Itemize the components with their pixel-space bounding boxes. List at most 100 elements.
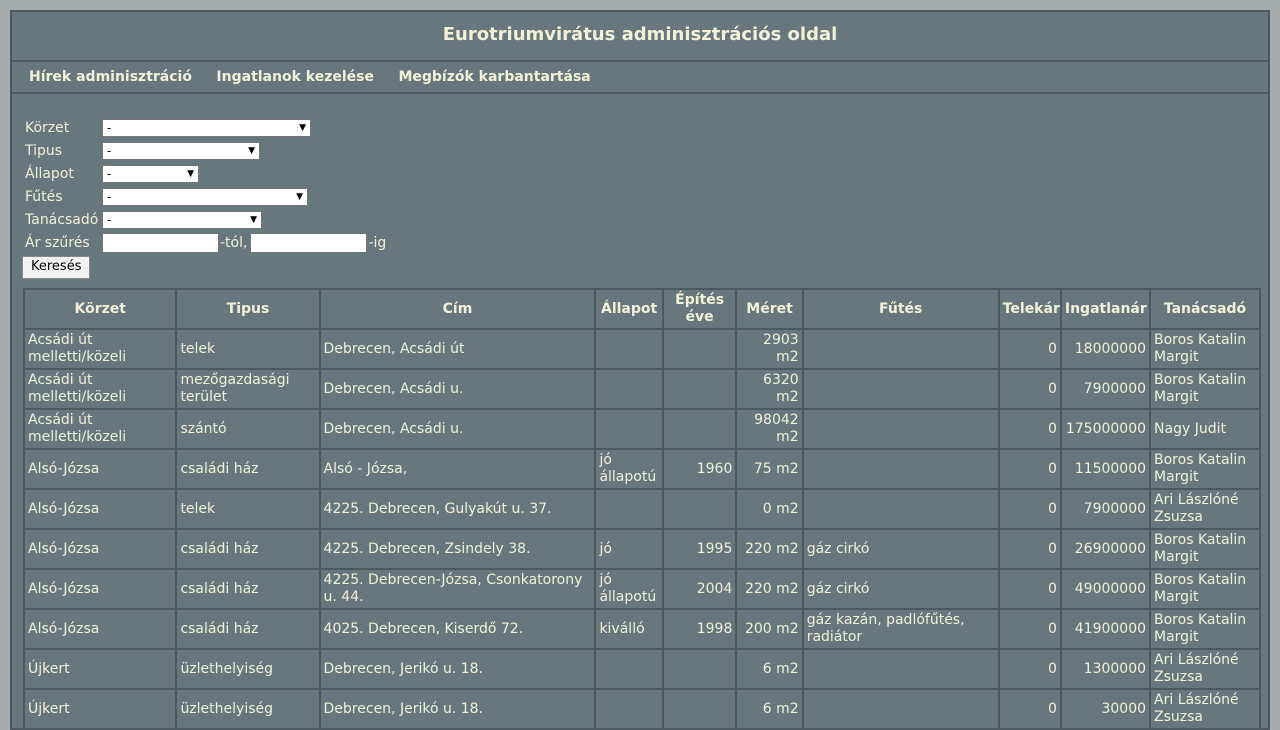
cell-heating <box>803 330 998 368</box>
cell-built-year: 1995 <box>663 530 736 568</box>
col-header-heating[interactable]: Fűtés <box>803 290 998 328</box>
price-to-input[interactable] <box>250 232 368 253</box>
type-select[interactable]: - ▼ <box>102 141 260 160</box>
cell-district: Acsádi út melletti/közeli <box>25 330 176 368</box>
price-to-suffix: -ig <box>368 234 387 251</box>
heating-select[interactable]: - ▼ <box>102 187 308 206</box>
nav-clients[interactable]: Megbízók karbantartása <box>398 69 590 85</box>
cell-built-year <box>663 690 736 728</box>
cell-size: 6320 m2 <box>737 370 802 408</box>
cell-condition <box>596 690 662 728</box>
table-row[interactable]: Újkert üzlethelyiség Debrecen, Jerikó u. 1… <box>25 650 1259 688</box>
cell-district: Acsádi út melletti/közeli <box>25 370 176 408</box>
cell-heating <box>803 450 998 488</box>
cell-condition: jó <box>596 530 662 568</box>
main-nav: Hírek adminisztráció Ingatlanok kezelése… <box>12 62 1268 94</box>
table-row[interactable]: Alsó-Józsa családi ház 4025. Debrecen, Kis… <box>25 610 1259 648</box>
cell-type: telek <box>177 490 319 528</box>
col-header-built-year[interactable]: Építés éve <box>663 290 736 328</box>
cell-built-year: 1998 <box>663 610 736 648</box>
cell-condition <box>596 370 662 408</box>
table-row[interactable]: Alsó-Józsa családi ház 4225. Debrecen-Józs… <box>25 570 1259 608</box>
cell-built-year <box>663 490 736 528</box>
page-title: Eurotriumvirátus adminisztrációs oldal <box>12 12 1268 62</box>
cell-address: Debrecen, Acsádi út <box>320 330 595 368</box>
cell-type: családi ház <box>177 570 319 608</box>
district-label: Körzet <box>25 119 70 136</box>
advisor-label: Tanácsadó <box>25 211 99 228</box>
table-row[interactable]: Újkert üzlethelyiség Debrecen, Jerikó u. 1… <box>25 690 1259 728</box>
price-from-input[interactable] <box>102 232 219 253</box>
cell-type: üzlethelyiség <box>177 650 319 688</box>
cell-advisor: Boros Katalin Margit <box>1151 610 1259 648</box>
cell-type: családi ház <box>177 610 319 648</box>
advisor-select[interactable]: - ▼ <box>102 210 262 229</box>
district-select[interactable]: - ▼ <box>102 118 311 137</box>
table-row[interactable]: Alsó-Józsa telek 4225. Debrecen, Gulyakút … <box>25 490 1259 528</box>
col-header-district[interactable]: Körzet <box>25 290 176 328</box>
cell-heating: gáz cirkó <box>803 530 998 568</box>
cell-heating <box>803 650 998 688</box>
cell-heating <box>803 490 998 528</box>
cell-size: 0 m2 <box>737 490 802 528</box>
cell-size: 98042 m2 <box>737 410 802 448</box>
cell-property-price: 41900000 <box>1061 610 1150 648</box>
table-row[interactable]: Acsádi út melletti/közeli telek Debrecen, … <box>25 330 1259 368</box>
cell-built-year: 2004 <box>663 570 736 608</box>
cell-built-year <box>663 370 736 408</box>
cell-address: 4225. Debrecen, Zsindely 38. <box>320 530 595 568</box>
table-row[interactable]: Acsádi út melletti/közeli mezőgazdasági t… <box>25 370 1259 408</box>
filter-form: Körzet - ▼ Tipus - ▼ Állapot - ▼ Fűtés - <box>22 116 389 279</box>
cell-condition: jó állapotú <box>596 570 662 608</box>
cell-heating <box>803 690 998 728</box>
cell-property-price: 49000000 <box>1061 570 1150 608</box>
cell-heating: gáz kazán, padlófűtés, radiátor <box>803 610 998 648</box>
cell-size: 75 m2 <box>737 450 802 488</box>
cell-property-price: 7900000 <box>1061 370 1150 408</box>
cell-advisor: Ari Lászlóné Zsuzsa <box>1151 690 1259 728</box>
cell-built-year <box>663 650 736 688</box>
cell-plot-price: 0 <box>999 650 1060 688</box>
dropdown-arrow-icon: ▼ <box>248 145 255 156</box>
cell-plot-price: 0 <box>999 490 1060 528</box>
cell-size: 6 m2 <box>737 690 802 728</box>
cell-advisor: Boros Katalin Margit <box>1151 330 1259 368</box>
col-header-address[interactable]: Cím <box>320 290 595 328</box>
col-header-advisor[interactable]: Tanácsadó <box>1151 290 1259 328</box>
cell-address: Debrecen, Jerikó u. 18. <box>320 690 595 728</box>
cell-condition <box>596 330 662 368</box>
cell-address: 4025. Debrecen, Kiserdő 72. <box>320 610 595 648</box>
nav-news-admin[interactable]: Hírek adminisztráció <box>29 69 192 85</box>
cell-condition: kiválló <box>596 610 662 648</box>
condition-label: Állapot <box>25 165 74 182</box>
col-header-type[interactable]: Tipus <box>177 290 319 328</box>
search-button[interactable]: Keresés <box>22 256 91 279</box>
table-row[interactable]: Acsádi út melletti/közeli szántó Debrecen,… <box>25 410 1259 448</box>
col-header-property-price[interactable]: Ingatlanár <box>1061 290 1150 328</box>
cell-advisor: Ari Lászlóné Zsuzsa <box>1151 490 1259 528</box>
dropdown-arrow-icon: ▼ <box>299 122 306 133</box>
cell-advisor: Nagy Judit <box>1151 410 1259 448</box>
cell-size: 220 m2 <box>737 530 802 568</box>
col-header-size[interactable]: Méret <box>737 290 802 328</box>
table-row[interactable]: Alsó-Józsa családi ház Alsó - Józsa, jó áll… <box>25 450 1259 488</box>
cell-size: 6 m2 <box>737 650 802 688</box>
cell-condition <box>596 650 662 688</box>
price-filter-label: Ár szűrés <box>25 234 90 251</box>
table-row[interactable]: Alsó-Józsa családi ház 4225. Debrecen, Zsi… <box>25 530 1259 568</box>
nav-properties[interactable]: Ingatlanok kezelése <box>216 69 374 85</box>
cell-size: 220 m2 <box>737 570 802 608</box>
cell-condition <box>596 410 662 448</box>
col-header-plot-price[interactable]: Telekár <box>999 290 1060 328</box>
cell-district: Alsó-Józsa <box>25 450 176 488</box>
cell-heating: gáz cirkó <box>803 570 998 608</box>
col-header-condition[interactable]: Állapot <box>596 290 662 328</box>
cell-property-price: 26900000 <box>1061 530 1150 568</box>
cell-plot-price: 0 <box>999 410 1060 448</box>
cell-property-price: 7900000 <box>1061 490 1150 528</box>
price-from-suffix: -tól, <box>220 234 248 251</box>
cell-plot-price: 0 <box>999 690 1060 728</box>
condition-select[interactable]: - ▼ <box>102 164 199 183</box>
cell-plot-price: 0 <box>999 530 1060 568</box>
type-label: Tipus <box>25 142 63 159</box>
